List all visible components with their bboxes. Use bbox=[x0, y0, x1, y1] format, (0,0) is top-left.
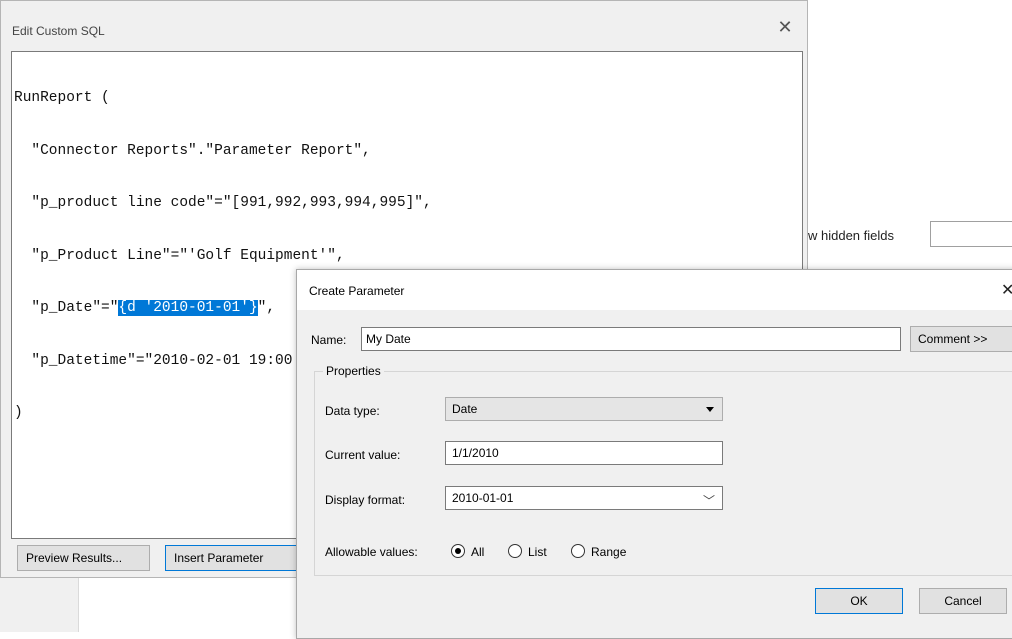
dialog-title: Create Parameter bbox=[309, 284, 405, 298]
sql-line: "Connector Reports"."Parameter Report", bbox=[14, 143, 802, 161]
insert-parameter-button[interactable]: Insert Parameter bbox=[165, 545, 305, 571]
show-hidden-fields-label: w hidden fields bbox=[808, 228, 894, 243]
radio-all[interactable] bbox=[451, 544, 465, 558]
current-value-text: 1/1/2010 bbox=[452, 446, 499, 460]
chevron-down-icon: ﹀ bbox=[702, 494, 715, 508]
allowable-values-label: Allowable values: bbox=[325, 545, 418, 559]
display-format-dropdown[interactable]: 2010-01-01 ﹀ bbox=[445, 486, 723, 510]
sql-text: "p_Product Line"="'Golf Equipment'", bbox=[14, 247, 345, 264]
sql-text: "p_product line code"="[991,992,993,994,… bbox=[14, 195, 432, 211]
selected-text: {d '2010-01-01'} bbox=[118, 300, 258, 316]
data-type-value: Date bbox=[452, 402, 478, 416]
comment-button[interactable]: Comment >> bbox=[910, 326, 1012, 352]
radio-list-label: List bbox=[528, 545, 547, 559]
dialog-title: Edit Custom SQL bbox=[12, 24, 105, 38]
dialog-titlebar: Create Parameter ✕ bbox=[297, 270, 1012, 310]
sql-text: ", bbox=[257, 300, 276, 316]
dropdown-arrow-icon bbox=[706, 407, 714, 412]
data-type-dropdown[interactable]: Date bbox=[445, 397, 723, 421]
current-value-input[interactable]: 1/1/2010 bbox=[445, 441, 723, 465]
sql-line: "p_Product Line"="'Golf Equipment'", bbox=[14, 248, 802, 266]
display-format-value: 2010-01-01 bbox=[452, 491, 514, 505]
sql-text: "Connector Reports"."Parameter Report", bbox=[14, 142, 371, 159]
cancel-button[interactable]: Cancel bbox=[919, 588, 1007, 614]
sql-text: RunReport ( bbox=[14, 90, 110, 106]
close-icon[interactable]: ✕ bbox=[773, 15, 797, 39]
close-icon[interactable]: ✕ bbox=[1001, 280, 1012, 300]
current-value-label: Current value: bbox=[325, 448, 401, 462]
data-type-label: Data type: bbox=[325, 404, 380, 418]
sql-line: "p_product line code"="[991,992,993,994,… bbox=[14, 195, 802, 213]
name-label: Name: bbox=[311, 333, 347, 347]
properties-legend: Properties bbox=[323, 364, 384, 378]
radio-all-label: All bbox=[471, 545, 485, 559]
insert-parameter-label: Insert Parameter bbox=[174, 551, 264, 565]
create-parameter-dialog: Create Parameter ✕ Name: Comment >> Prop… bbox=[296, 269, 1012, 639]
sql-text: "p_Date"=" bbox=[14, 300, 119, 316]
properties-group: Properties Data type: Date Current value… bbox=[314, 364, 1012, 576]
sql-text: "p_Datetime"="2010-02-01 19:00:00" bbox=[14, 352, 328, 369]
name-input[interactable] bbox=[361, 327, 901, 351]
sql-line: RunReport ( bbox=[14, 90, 802, 108]
search-fields-input[interactable] bbox=[930, 221, 1012, 247]
display-format-label: Display format: bbox=[325, 493, 406, 507]
radio-range[interactable] bbox=[571, 544, 585, 558]
radio-range-label: Range bbox=[591, 545, 627, 559]
sql-text: ) bbox=[14, 405, 23, 421]
ok-button[interactable]: OK bbox=[815, 588, 903, 614]
radio-list[interactable] bbox=[508, 544, 522, 558]
preview-results-button[interactable]: Preview Results... bbox=[17, 545, 150, 571]
